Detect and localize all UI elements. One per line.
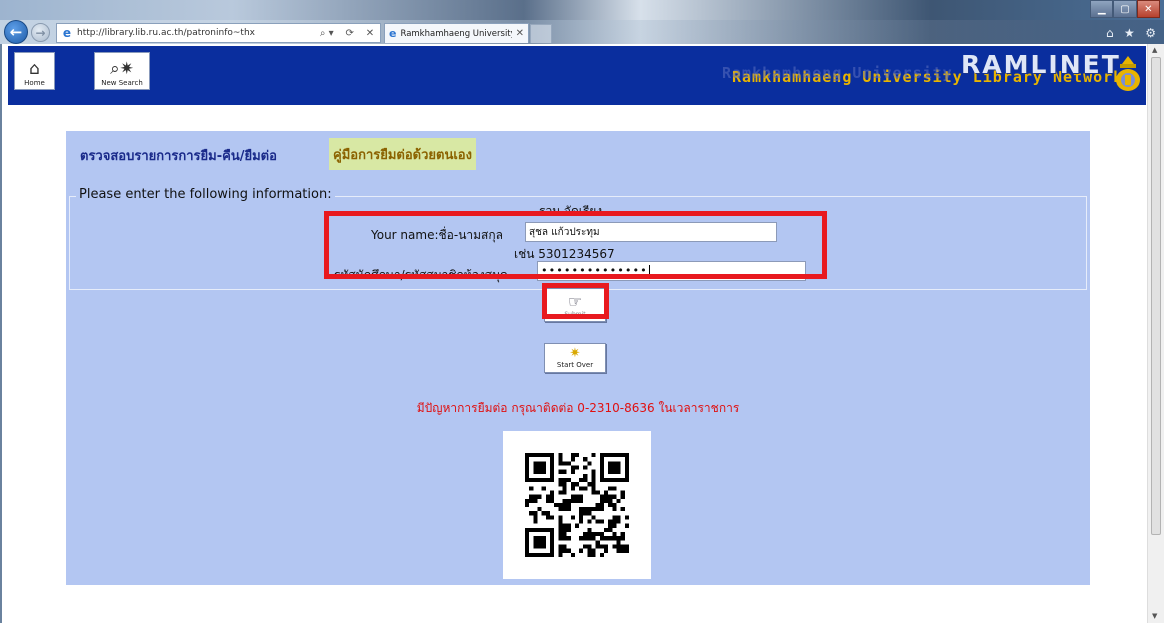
forward-button[interactable]: →	[31, 23, 50, 42]
maximize-icon[interactable]: ▢	[1113, 0, 1137, 18]
self-renew-manual-link[interactable]: คู่มือการยืมต่อด้วยตนเอง	[329, 138, 476, 170]
page-title: ตรวจสอบรายการการยืม-คืน/ยืมต่อ	[80, 149, 277, 164]
sparkle-icon: ✷	[569, 346, 581, 361]
logo-ghost-text: Ramkhamhaeng University	[722, 64, 953, 82]
text-caret	[648, 264, 650, 278]
address-url[interactable]: http://library.lib.ru.ac.th/patroninfo~t…	[77, 28, 314, 38]
address-bar[interactable]: e http://library.lib.ru.ac.th/patroninfo…	[56, 23, 381, 43]
home-button-label: Home	[24, 79, 45, 87]
home-toolbar-icon[interactable]: ⌂	[1106, 26, 1114, 40]
tab-title: Ramkhamhaeng University ...	[400, 28, 512, 39]
id-password-input[interactable]: ••••••••••••••	[537, 261, 806, 281]
refresh-icon[interactable]: ⟳	[346, 28, 354, 39]
tab-close-icon[interactable]: ✕	[516, 28, 524, 39]
name-input[interactable]: สุชล แก้วประทุม	[525, 222, 777, 242]
id-masked-value: ••••••••••••••	[541, 264, 648, 277]
settings-gear-icon[interactable]: ⚙	[1145, 26, 1156, 40]
borrow-check-panel: ตรวจสอบรายการการยืม-คืน/ยืมต่อ คู่มือการ…	[66, 131, 1090, 585]
minimize-icon[interactable]: ▁	[1090, 0, 1114, 18]
qr-code-icon	[525, 453, 629, 557]
browser-tab[interactable]: e Ramkhamhaeng University ... ✕	[384, 23, 529, 43]
scroll-up-icon[interactable]: ▲	[1152, 46, 1157, 54]
contact-notice: มีปัญหาการยืมต่อ กรุณาติดต่อ 0-2310-8636…	[416, 401, 740, 415]
ie-page-icon: e	[62, 26, 72, 40]
scroll-down-icon[interactable]: ▼	[1152, 612, 1157, 620]
home-button[interactable]: ⌂ Home	[14, 52, 55, 90]
ie-tab-icon: e	[389, 27, 397, 40]
scroll-thumb[interactable]	[1151, 57, 1161, 535]
toolbar-icons: ⌂ ★ ⚙	[1106, 26, 1156, 40]
start-over-button[interactable]: ✷ Start Over	[544, 343, 606, 373]
qr-code-container	[503, 431, 651, 579]
logo-title: RAMLINET	[961, 50, 1121, 79]
submit-button[interactable]: ☞ Submit	[544, 288, 606, 322]
submit-button-label: Submit	[564, 311, 586, 318]
back-button[interactable]: ←	[4, 20, 28, 44]
stop-icon[interactable]: ✕	[366, 28, 374, 39]
magnifier-sparkle-icon: ⌕✷	[110, 59, 134, 79]
site-header: ⌂ Home ⌕✷ New Search Ramkhamhaeng Univer…	[8, 46, 1146, 105]
submit-hand-icon: ☞	[567, 292, 583, 311]
favorites-star-icon[interactable]: ★	[1124, 26, 1135, 40]
name-label: Your name:ชื่อ-นามสกุล	[371, 228, 503, 242]
arrow-right-icon: →	[35, 25, 46, 40]
close-icon[interactable]: ✕	[1136, 0, 1160, 18]
arrow-left-icon: ←	[9, 23, 23, 41]
start-over-label: Start Over	[556, 361, 594, 369]
address-tools: ⌕ ▾ ⟳ ✕	[314, 28, 380, 39]
vertical-scrollbar[interactable]: ▲ ▼	[1147, 44, 1164, 623]
house-icon: ⌂	[29, 59, 40, 79]
new-search-button-label: New Search	[101, 79, 143, 87]
browser-chrome: ← → e http://library.lib.ru.ac.th/patron…	[0, 0, 1164, 44]
fieldset-legend: Please enter the following information:	[76, 187, 335, 202]
new-search-button[interactable]: ⌕✷ New Search	[94, 52, 150, 90]
window-controls: ▁ ▢ ✕	[1090, 0, 1160, 18]
new-tab-button[interactable]	[530, 24, 552, 43]
university-emblem-icon	[1116, 56, 1140, 91]
name-hint: รวม จัดเรียง	[539, 204, 603, 212]
search-dropdown-icon[interactable]: ⌕ ▾	[320, 28, 334, 39]
id-label: รหัสนักศึกษา/รหัสสมาชิกห้องสมุด	[334, 268, 508, 282]
